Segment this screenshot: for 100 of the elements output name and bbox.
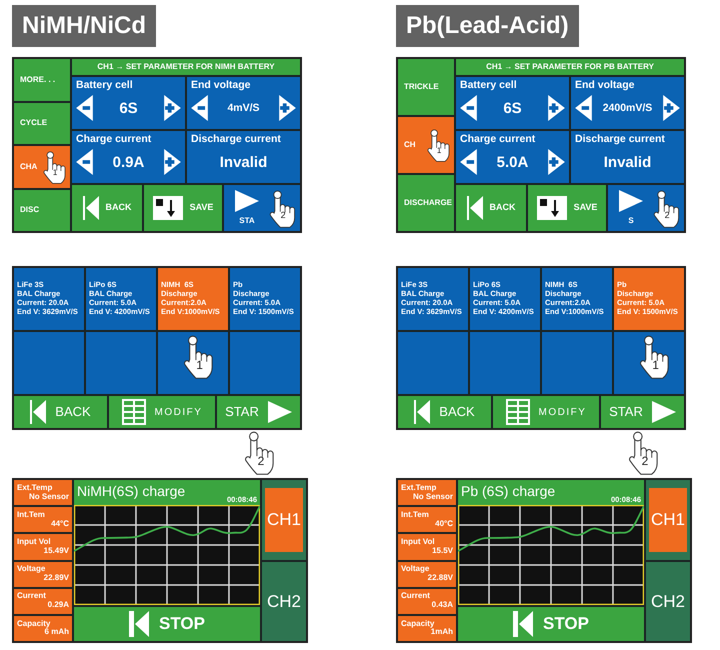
play-icon xyxy=(652,401,676,423)
pointing-hand-marker: 1 xyxy=(426,129,452,162)
skip-back-icon xyxy=(513,611,533,637)
parameter-value: 4mV/S xyxy=(227,102,260,114)
mode-button[interactable]: TRICKLE xyxy=(398,59,454,115)
modify-button[interactable]: MODIFY xyxy=(109,396,215,428)
stop-button[interactable]: STOP xyxy=(74,607,260,641)
start-button[interactable]: STAR xyxy=(217,396,300,428)
parameter-label: Charge current xyxy=(76,133,152,146)
plus-arrow-icon[interactable] xyxy=(278,95,296,122)
section-heading: NiMH/NiCd xyxy=(12,5,156,47)
reading-label: Capacity xyxy=(17,620,50,628)
save-icon xyxy=(536,196,567,220)
back-button[interactable]: BACK xyxy=(72,185,142,231)
modify-button[interactable]: MODIFY xyxy=(493,396,599,428)
reading-label: Int.Tem xyxy=(17,510,45,520)
start-button[interactable]: STAR xyxy=(601,396,684,428)
play-icon xyxy=(268,401,292,423)
mode-button[interactable]: CYCLE xyxy=(14,102,70,144)
reading-value: 44°C xyxy=(51,520,69,529)
parameter-value: Invalid xyxy=(604,154,652,170)
parameter-value: 5.0A xyxy=(496,154,528,170)
program-slot[interactable]: 1 xyxy=(614,332,684,394)
reading-label: Current xyxy=(401,592,430,602)
start-button[interactable]: STA 2 xyxy=(224,185,300,231)
play-icon xyxy=(235,190,259,212)
reading-label: Voltage xyxy=(17,565,46,574)
reading-value: 1mAh xyxy=(430,628,453,638)
stop-button[interactable]: STOP xyxy=(458,607,644,641)
reading-value: 15.49V xyxy=(44,546,69,556)
minus-arrow-icon[interactable] xyxy=(191,95,208,122)
parameter-label: End voltage xyxy=(575,79,635,92)
pointing-hand-marker: 2 xyxy=(268,190,298,228)
parameter-value: Invalid xyxy=(220,154,268,170)
parameter-value: 2400mV/S xyxy=(602,102,652,114)
minus-arrow-icon[interactable] xyxy=(460,149,477,176)
back-arrow-icon xyxy=(30,400,46,424)
parameter-label: Discharge current xyxy=(191,133,281,146)
mode-button[interactable]: DISCHARGE xyxy=(398,175,454,231)
reading-label: Capacity xyxy=(401,620,434,628)
mode-button[interactable]: MORE. . . xyxy=(14,59,70,100)
reading-value: 0.43A xyxy=(432,601,453,610)
back-arrow-icon xyxy=(82,196,98,220)
reading-label: Voltage xyxy=(401,565,430,574)
parameter-label: Battery cell xyxy=(76,79,133,92)
channel-tab[interactable]: CH2 xyxy=(649,570,687,633)
reading-label: Ext.Temp xyxy=(401,484,436,492)
channel-tab[interactable]: CH1 xyxy=(649,488,687,552)
section-heading: Pb(Lead-Acid) xyxy=(396,5,579,47)
save-button[interactable]: SAVE xyxy=(144,185,222,231)
plus-arrow-icon[interactable] xyxy=(548,95,565,122)
reading-label: Input Vol xyxy=(401,538,435,547)
reading-value: 40°C xyxy=(435,520,453,529)
channel-tab[interactable]: CH2 xyxy=(265,570,303,633)
reading-value: 22.89V xyxy=(44,574,69,583)
reading-value: No Sensor xyxy=(28,492,69,502)
back-button[interactable]: BACK xyxy=(14,396,107,428)
mode-button[interactable]: DISC xyxy=(14,190,70,231)
pointing-hand-marker: 2 xyxy=(652,190,682,228)
parameter-value: 6S xyxy=(503,100,522,116)
plus-arrow-icon[interactable] xyxy=(663,95,680,122)
monitor-title: Pb (6S) charge xyxy=(461,484,556,498)
plus-arrow-icon[interactable] xyxy=(164,149,181,176)
reading-value: 6 mAh xyxy=(44,628,69,638)
save-icon xyxy=(152,196,183,220)
minus-arrow-icon[interactable] xyxy=(460,95,477,122)
reading-label: Current xyxy=(17,592,46,602)
save-button[interactable]: SAVE xyxy=(528,185,606,231)
parameter-value: 0.9A xyxy=(112,154,144,170)
back-button[interactable]: BACK xyxy=(398,396,491,428)
reading-label: Int.Tem xyxy=(401,510,429,520)
reading-value: 15.5V xyxy=(432,546,453,556)
back-button[interactable]: BACK xyxy=(456,185,526,231)
parameter-value: 6S xyxy=(119,100,138,116)
grid-icon xyxy=(122,399,146,425)
back-arrow-icon xyxy=(414,400,430,424)
reading-label: Input Vol xyxy=(17,538,51,547)
mode-button[interactable]: CHA 1 xyxy=(14,146,70,188)
reading-value: No Sensor xyxy=(412,492,453,502)
play-icon xyxy=(619,190,643,212)
plus-arrow-icon[interactable] xyxy=(164,95,181,122)
skip-back-icon xyxy=(129,611,149,637)
minus-arrow-icon[interactable] xyxy=(76,149,93,176)
minus-arrow-icon[interactable] xyxy=(76,95,93,122)
plus-arrow-icon[interactable] xyxy=(548,149,565,176)
minus-arrow-icon[interactable] xyxy=(575,95,592,122)
reading-value: 0.29A xyxy=(48,601,69,610)
pointing-hand-marker: 1 xyxy=(42,150,68,184)
screen-header: CH1 → SET PARAMETER FOR PB BATTERY xyxy=(456,59,684,75)
parameter-label: End voltage xyxy=(191,79,251,92)
monitor-title: NiMH(6S) charge xyxy=(77,484,186,498)
start-button[interactable]: S 2 xyxy=(608,185,684,231)
reading-label: Ext.Temp xyxy=(17,484,52,492)
channel-tab[interactable]: CH1 xyxy=(265,488,303,552)
parameter-label: Discharge current xyxy=(575,133,665,146)
reading-value: 22.88V xyxy=(428,574,453,583)
parameter-label: Charge current xyxy=(460,133,536,146)
program-slot[interactable]: 1 xyxy=(158,332,228,394)
mode-button[interactable]: CH 1 xyxy=(398,117,454,173)
parameter-label: Battery cell xyxy=(460,79,517,92)
